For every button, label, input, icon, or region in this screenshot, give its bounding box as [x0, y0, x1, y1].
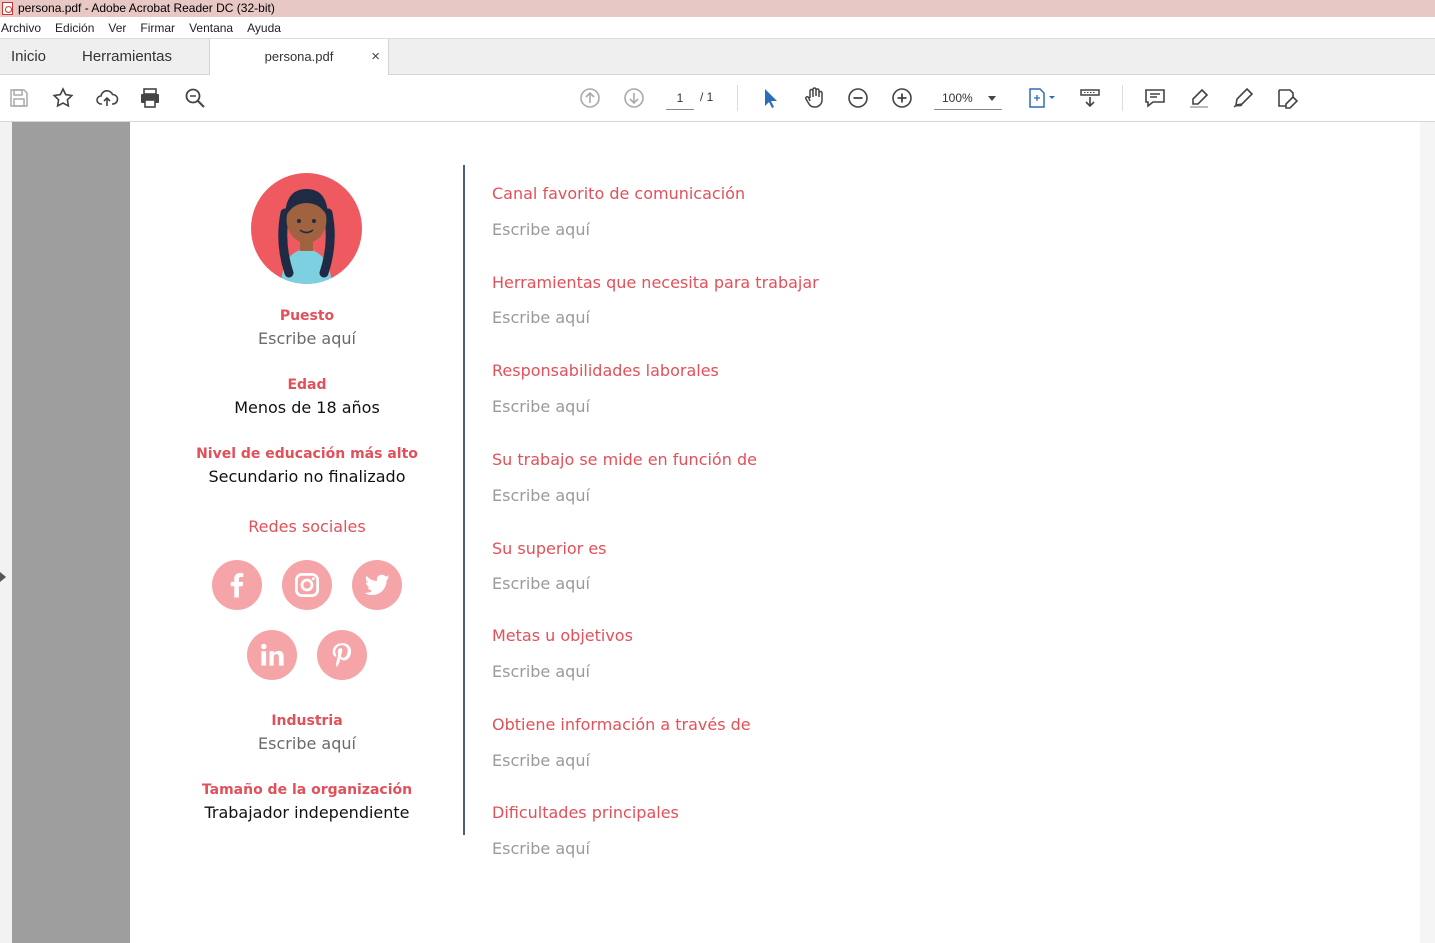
tab-herramientas[interactable]: Herramientas	[82, 39, 172, 75]
redes-sociales-label: Redes sociales	[248, 517, 366, 536]
responsabilidades-label: Responsabilidades laborales	[492, 361, 719, 380]
zoom-level-value: 100%	[942, 91, 973, 105]
hand-tool-icon[interactable]	[801, 85, 827, 111]
select-cursor-icon[interactable]	[757, 85, 783, 111]
right-panel-strip	[1420, 122, 1435, 943]
document-viewer[interactable]: Puesto Escribe aquí Edad Menos de 18 año…	[0, 122, 1435, 943]
window-title: persona.pdf - Adobe Acrobat Reader DC (3…	[18, 1, 275, 15]
metas-label: Metas u objetivos	[492, 626, 633, 645]
menu-ayuda[interactable]: Ayuda	[247, 21, 281, 35]
chevron-down-icon	[988, 96, 996, 101]
edad-field[interactable]: Menos de 18 años	[170, 398, 444, 417]
informacion-label: Obtiene información a través de	[492, 715, 751, 734]
comment-icon[interactable]	[1142, 85, 1168, 111]
metas-field[interactable]: Escribe aquí	[492, 662, 590, 681]
scroll-mode-icon[interactable]	[1077, 85, 1103, 111]
persona-avatar	[251, 173, 362, 284]
industria-label: Industria	[271, 713, 343, 729]
fill-sign-icon[interactable]	[1274, 85, 1300, 111]
educacion-field[interactable]: Secundario no finalizado	[170, 467, 444, 486]
pdf-page: Puesto Escribe aquí Edad Menos de 18 año…	[130, 122, 1420, 943]
tab-document-label: persona.pdf	[264, 49, 334, 64]
canal-label: Canal favorito de comunicación	[492, 184, 746, 203]
menu-bar: Archivo Edición Ver Firmar Ventana Ayuda	[0, 17, 1435, 39]
sign-pen-icon[interactable]	[1230, 85, 1256, 111]
print-icon[interactable]	[137, 85, 163, 111]
pinterest-icon[interactable]	[317, 630, 367, 680]
fit-page-icon[interactable]	[1024, 85, 1058, 111]
herramientas-label: Herramientas que necesita para trabajar	[492, 273, 819, 292]
educacion-label: Nivel de educación más alto	[196, 446, 418, 462]
tamano-field[interactable]: Trabajador independiente	[170, 803, 444, 822]
superior-label: Su superior es	[492, 539, 607, 558]
superior-field[interactable]: Escribe aquí	[492, 574, 590, 593]
edad-label: Edad	[287, 377, 327, 393]
zoom-level-select[interactable]: 100%	[934, 88, 1002, 110]
zoom-out-icon[interactable]	[845, 85, 871, 111]
tab-bar: Inicio Herramientas persona.pdf ×	[0, 39, 1435, 76]
title-bar: persona.pdf - Adobe Acrobat Reader DC (3…	[0, 0, 1435, 17]
pdf-file-icon	[2, 2, 13, 15]
expand-panel-icon[interactable]	[0, 572, 6, 582]
informacion-field[interactable]: Escribe aquí	[492, 751, 590, 770]
toolbar-separator	[737, 85, 738, 111]
medicion-field[interactable]: Escribe aquí	[492, 486, 590, 505]
tab-document[interactable]: persona.pdf ×	[209, 39, 389, 76]
page-number-input[interactable]: 1	[666, 88, 694, 110]
canal-field[interactable]: Escribe aquí	[492, 220, 590, 239]
industria-field[interactable]: Escribe aquí	[170, 734, 444, 753]
toolbar-separator-2	[1122, 85, 1123, 111]
linkedin-icon[interactable]	[247, 630, 297, 680]
menu-ver[interactable]: Ver	[108, 21, 126, 35]
page-total: / 1	[700, 90, 714, 104]
left-panel-strip	[0, 122, 12, 943]
dificultades-label: Dificultades principales	[492, 803, 679, 822]
dificultades-field[interactable]: Escribe aquí	[492, 839, 590, 858]
close-tab-icon[interactable]: ×	[371, 39, 380, 75]
puesto-field[interactable]: Escribe aquí	[170, 329, 444, 348]
herramientas-field[interactable]: Escribe aquí	[492, 308, 590, 327]
medicion-label: Su trabajo se mide en función de	[492, 450, 757, 469]
zoom-in-icon[interactable]	[889, 85, 915, 111]
puesto-label: Puesto	[279, 308, 335, 324]
toolbar: 1 / 1 100%	[0, 75, 1435, 122]
bookmark-star-icon[interactable]	[50, 85, 76, 111]
responsabilidades-field[interactable]: Escribe aquí	[492, 397, 590, 416]
instagram-icon[interactable]	[282, 560, 332, 610]
facebook-icon[interactable]	[212, 560, 262, 610]
tab-inicio[interactable]: Inicio	[11, 39, 46, 75]
menu-edicion[interactable]: Edición	[55, 21, 94, 35]
previous-page-icon[interactable]	[577, 85, 603, 111]
tamano-label: Tamaño de la organización	[201, 782, 413, 798]
menu-archivo[interactable]: Archivo	[1, 21, 41, 35]
save-icon[interactable]	[6, 85, 32, 111]
highlight-pen-icon[interactable]	[1186, 85, 1212, 111]
next-page-icon[interactable]	[621, 85, 647, 111]
twitter-icon[interactable]	[352, 560, 402, 610]
find-zoom-icon[interactable]	[182, 85, 208, 111]
menu-firmar[interactable]: Firmar	[140, 21, 175, 35]
upload-cloud-icon[interactable]	[94, 85, 120, 111]
menu-ventana[interactable]: Ventana	[189, 21, 233, 35]
vertical-divider	[463, 165, 465, 835]
